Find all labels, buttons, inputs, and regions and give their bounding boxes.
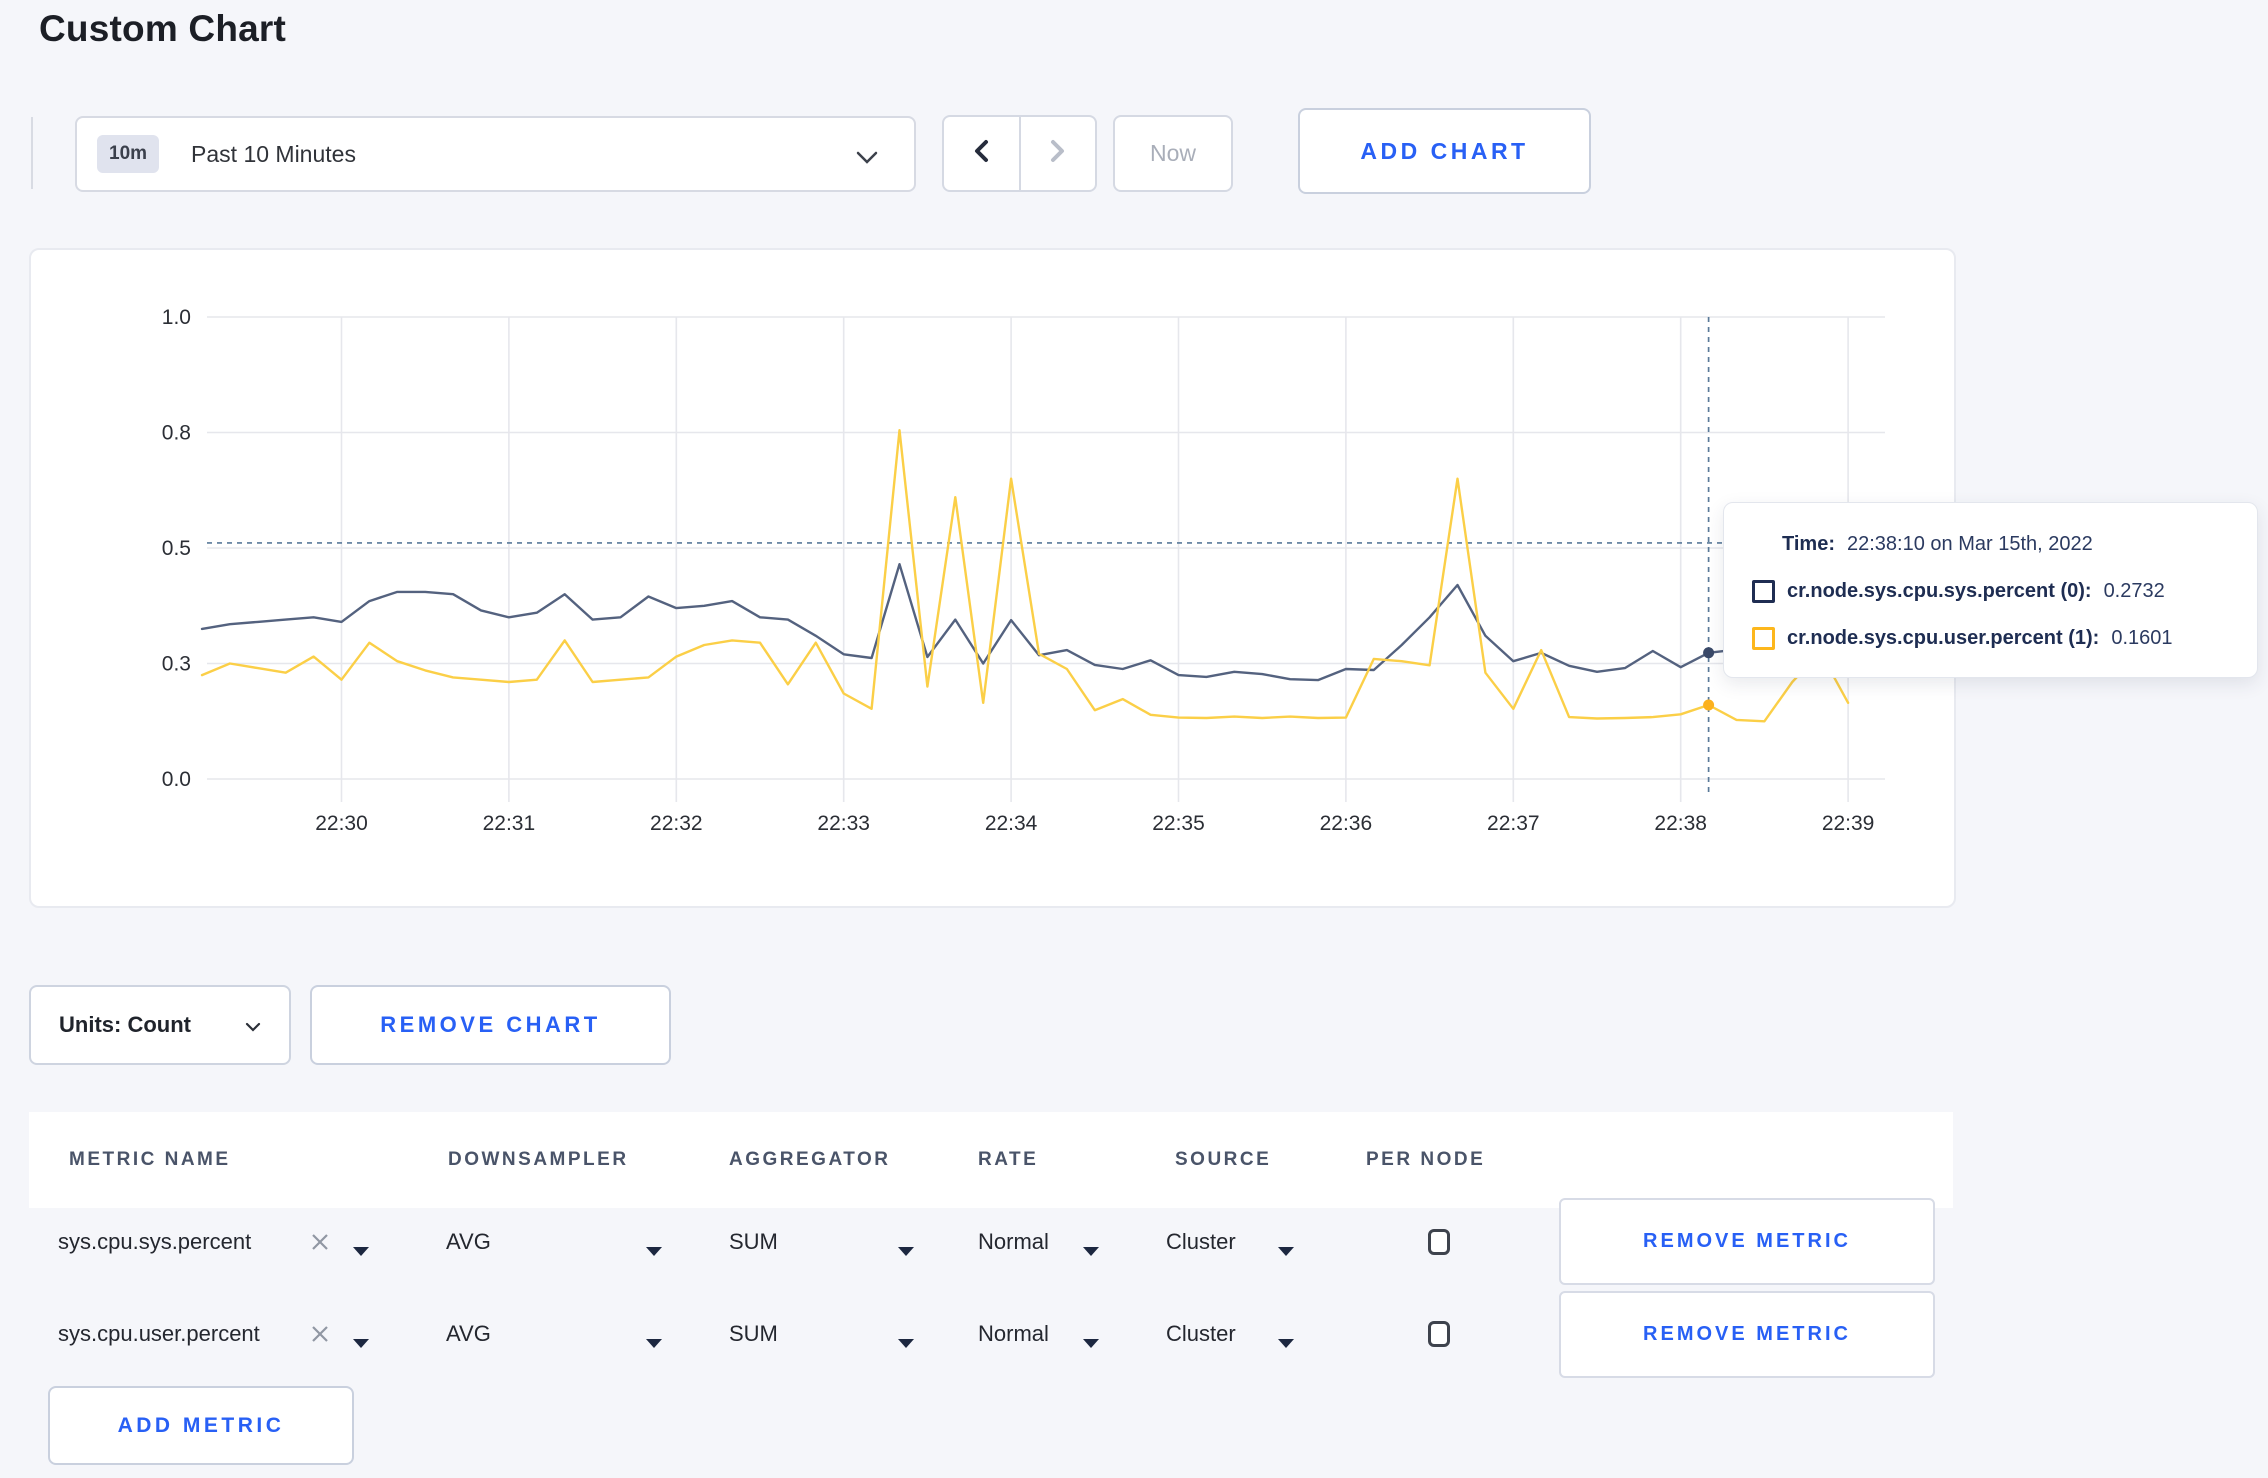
custom-chart-page: Custom Chart 10m Past 10 Minutes Now ADD… [0, 0, 2268, 1478]
remove-metric-button[interactable]: REMOVE METRIC [1559, 1291, 1935, 1378]
downsampler-value: AVG [446, 1229, 491, 1254]
col-source: SOURCE [1175, 1149, 1272, 1170]
remove-metric-label: REMOVE METRIC [1643, 1323, 1851, 1345]
svg-text:0.5: 0.5 [162, 537, 191, 560]
add-metric-label: ADD METRIC [117, 1413, 285, 1437]
svg-text:1.0: 1.0 [162, 306, 191, 329]
col-downsampler: DOWNSAMPLER [448, 1149, 629, 1170]
chevron-left-icon [973, 139, 989, 168]
caret-down-icon [352, 1329, 370, 1348]
per-node-cell [1428, 1288, 1468, 1380]
svg-text:22:32: 22:32 [650, 812, 703, 835]
svg-text:22:33: 22:33 [817, 812, 870, 835]
table-row: sys.cpu.user.percent AVG SUM Normal Clus… [29, 1288, 1953, 1380]
col-rate: RATE [978, 1149, 1039, 1170]
add-chart-button[interactable]: ADD CHART [1298, 108, 1591, 194]
downsampler-select[interactable]: AVG [446, 1288, 666, 1380]
caret-down-icon [645, 1237, 663, 1256]
tooltip-user-value: 0.1601 [2111, 626, 2173, 649]
chart-card: 0.0 0.3 0.5 0.8 1.0 22:30 22:31 22:32 22:33 22:34… [29, 248, 1956, 908]
rate-value: Normal [978, 1229, 1049, 1254]
tooltip-user-label: cr.node.sys.cpu.user.percent (1): [1787, 626, 2100, 649]
svg-text:0.3: 0.3 [162, 653, 191, 676]
metric-name-value: sys.cpu.user.percent [58, 1321, 260, 1346]
rate-select[interactable]: Normal [978, 1288, 1118, 1380]
tooltip-time-value: 22:38:10 on Mar 15th, 2022 [1846, 532, 2093, 555]
chart-tooltip: Time: 22:38:10 on Mar 15th, 2022 cr.node… [1723, 502, 2258, 678]
table-row: sys.cpu.sys.percent AVG SUM Normal Clust… [29, 1196, 1953, 1288]
units-select[interactable]: Units: Count [29, 985, 291, 1065]
aggregator-select[interactable]: SUM [729, 1288, 919, 1380]
aggregator-value: SUM [729, 1321, 778, 1346]
time-window-select[interactable]: 10m Past 10 Minutes [75, 116, 916, 192]
remove-chart-button[interactable]: REMOVE CHART [310, 985, 671, 1065]
remove-metric-button[interactable]: REMOVE METRIC [1559, 1198, 1935, 1285]
tooltip-sys-label: cr.node.sys.cpu.sys.percent (0): [1787, 579, 2092, 602]
caret-down-icon [897, 1329, 915, 1348]
col-per-node: PER NODE [1366, 1149, 1486, 1170]
aggregator-select[interactable]: SUM [729, 1196, 919, 1288]
svg-text:22:39: 22:39 [1822, 812, 1875, 835]
per-node-checkbox[interactable] [1428, 1229, 1450, 1255]
add-metric-button[interactable]: ADD METRIC [48, 1386, 354, 1465]
svg-text:0.8: 0.8 [162, 422, 191, 445]
svg-text:22:38: 22:38 [1654, 812, 1707, 835]
now-button-label: Now [1149, 140, 1196, 166]
tooltip-sys-value: 0.2732 [2103, 579, 2165, 602]
per-node-cell [1428, 1196, 1468, 1288]
page-title: Custom Chart [39, 8, 287, 49]
remove-tag-icon[interactable] [310, 1324, 330, 1344]
caret-down-icon [897, 1237, 915, 1256]
source-value: Cluster [1166, 1321, 1236, 1346]
per-node-checkbox[interactable] [1428, 1321, 1450, 1347]
svg-text:22:36: 22:36 [1320, 812, 1373, 835]
caret-down-icon [1277, 1329, 1295, 1348]
svg-text:0.0: 0.0 [162, 768, 191, 791]
metric-name-select[interactable]: sys.cpu.user.percent [58, 1288, 398, 1380]
caret-down-icon [1082, 1237, 1100, 1256]
chevron-down-icon [245, 1012, 261, 1038]
remove-tag-icon[interactable] [310, 1232, 330, 1252]
remove-chart-label: REMOVE CHART [380, 1012, 601, 1037]
downsampler-select[interactable]: AVG [446, 1196, 666, 1288]
timeseries-chart[interactable]: 0.0 0.3 0.5 0.8 1.0 22:30 22:31 22:32 22:33 22:34… [31, 250, 1958, 910]
svg-text:22:30: 22:30 [315, 812, 368, 835]
time-forward-button[interactable] [1021, 117, 1096, 190]
time-window-label: Past 10 Minutes [191, 140, 356, 167]
toolbar-divider [31, 117, 33, 189]
time-window-badge: 10m [97, 135, 160, 173]
sys-series-swatch-icon [1752, 579, 1775, 603]
units-select-label: Units: Count [59, 1012, 191, 1037]
caret-down-icon [1277, 1237, 1295, 1256]
col-aggregator: AGGREGATOR [729, 1149, 891, 1170]
tooltip-time-label: Time: [1782, 532, 1835, 555]
downsampler-value: AVG [446, 1321, 491, 1346]
time-back-button[interactable] [944, 117, 1021, 190]
svg-text:22:34: 22:34 [985, 812, 1038, 835]
add-chart-label: ADD CHART [1360, 137, 1529, 164]
chevron-down-icon [856, 151, 878, 169]
remove-metric-label: REMOVE METRIC [1643, 1230, 1851, 1252]
rate-select[interactable]: Normal [978, 1196, 1118, 1288]
user-series-swatch-icon [1752, 626, 1775, 650]
metric-name-value: sys.cpu.sys.percent [58, 1229, 252, 1254]
svg-text:22:31: 22:31 [483, 812, 536, 835]
svg-text:22:35: 22:35 [1152, 812, 1205, 835]
time-nav-group [942, 115, 1097, 192]
svg-text:22:37: 22:37 [1487, 812, 1540, 835]
source-value: Cluster [1166, 1229, 1236, 1254]
caret-down-icon [1082, 1329, 1100, 1348]
source-select[interactable]: Cluster [1166, 1288, 1306, 1380]
source-select[interactable]: Cluster [1166, 1196, 1306, 1288]
metrics-table-header: METRIC NAME DOWNSAMPLER AGGREGATOR RATE … [29, 1112, 1953, 1208]
now-button[interactable]: Now [1113, 115, 1233, 192]
chevron-right-icon [1050, 139, 1066, 168]
aggregator-value: SUM [729, 1229, 778, 1254]
caret-down-icon [352, 1237, 370, 1256]
rate-value: Normal [978, 1321, 1049, 1346]
col-metric-name: METRIC NAME [69, 1149, 231, 1170]
metric-name-select[interactable]: sys.cpu.sys.percent [58, 1196, 398, 1288]
caret-down-icon [645, 1329, 663, 1348]
